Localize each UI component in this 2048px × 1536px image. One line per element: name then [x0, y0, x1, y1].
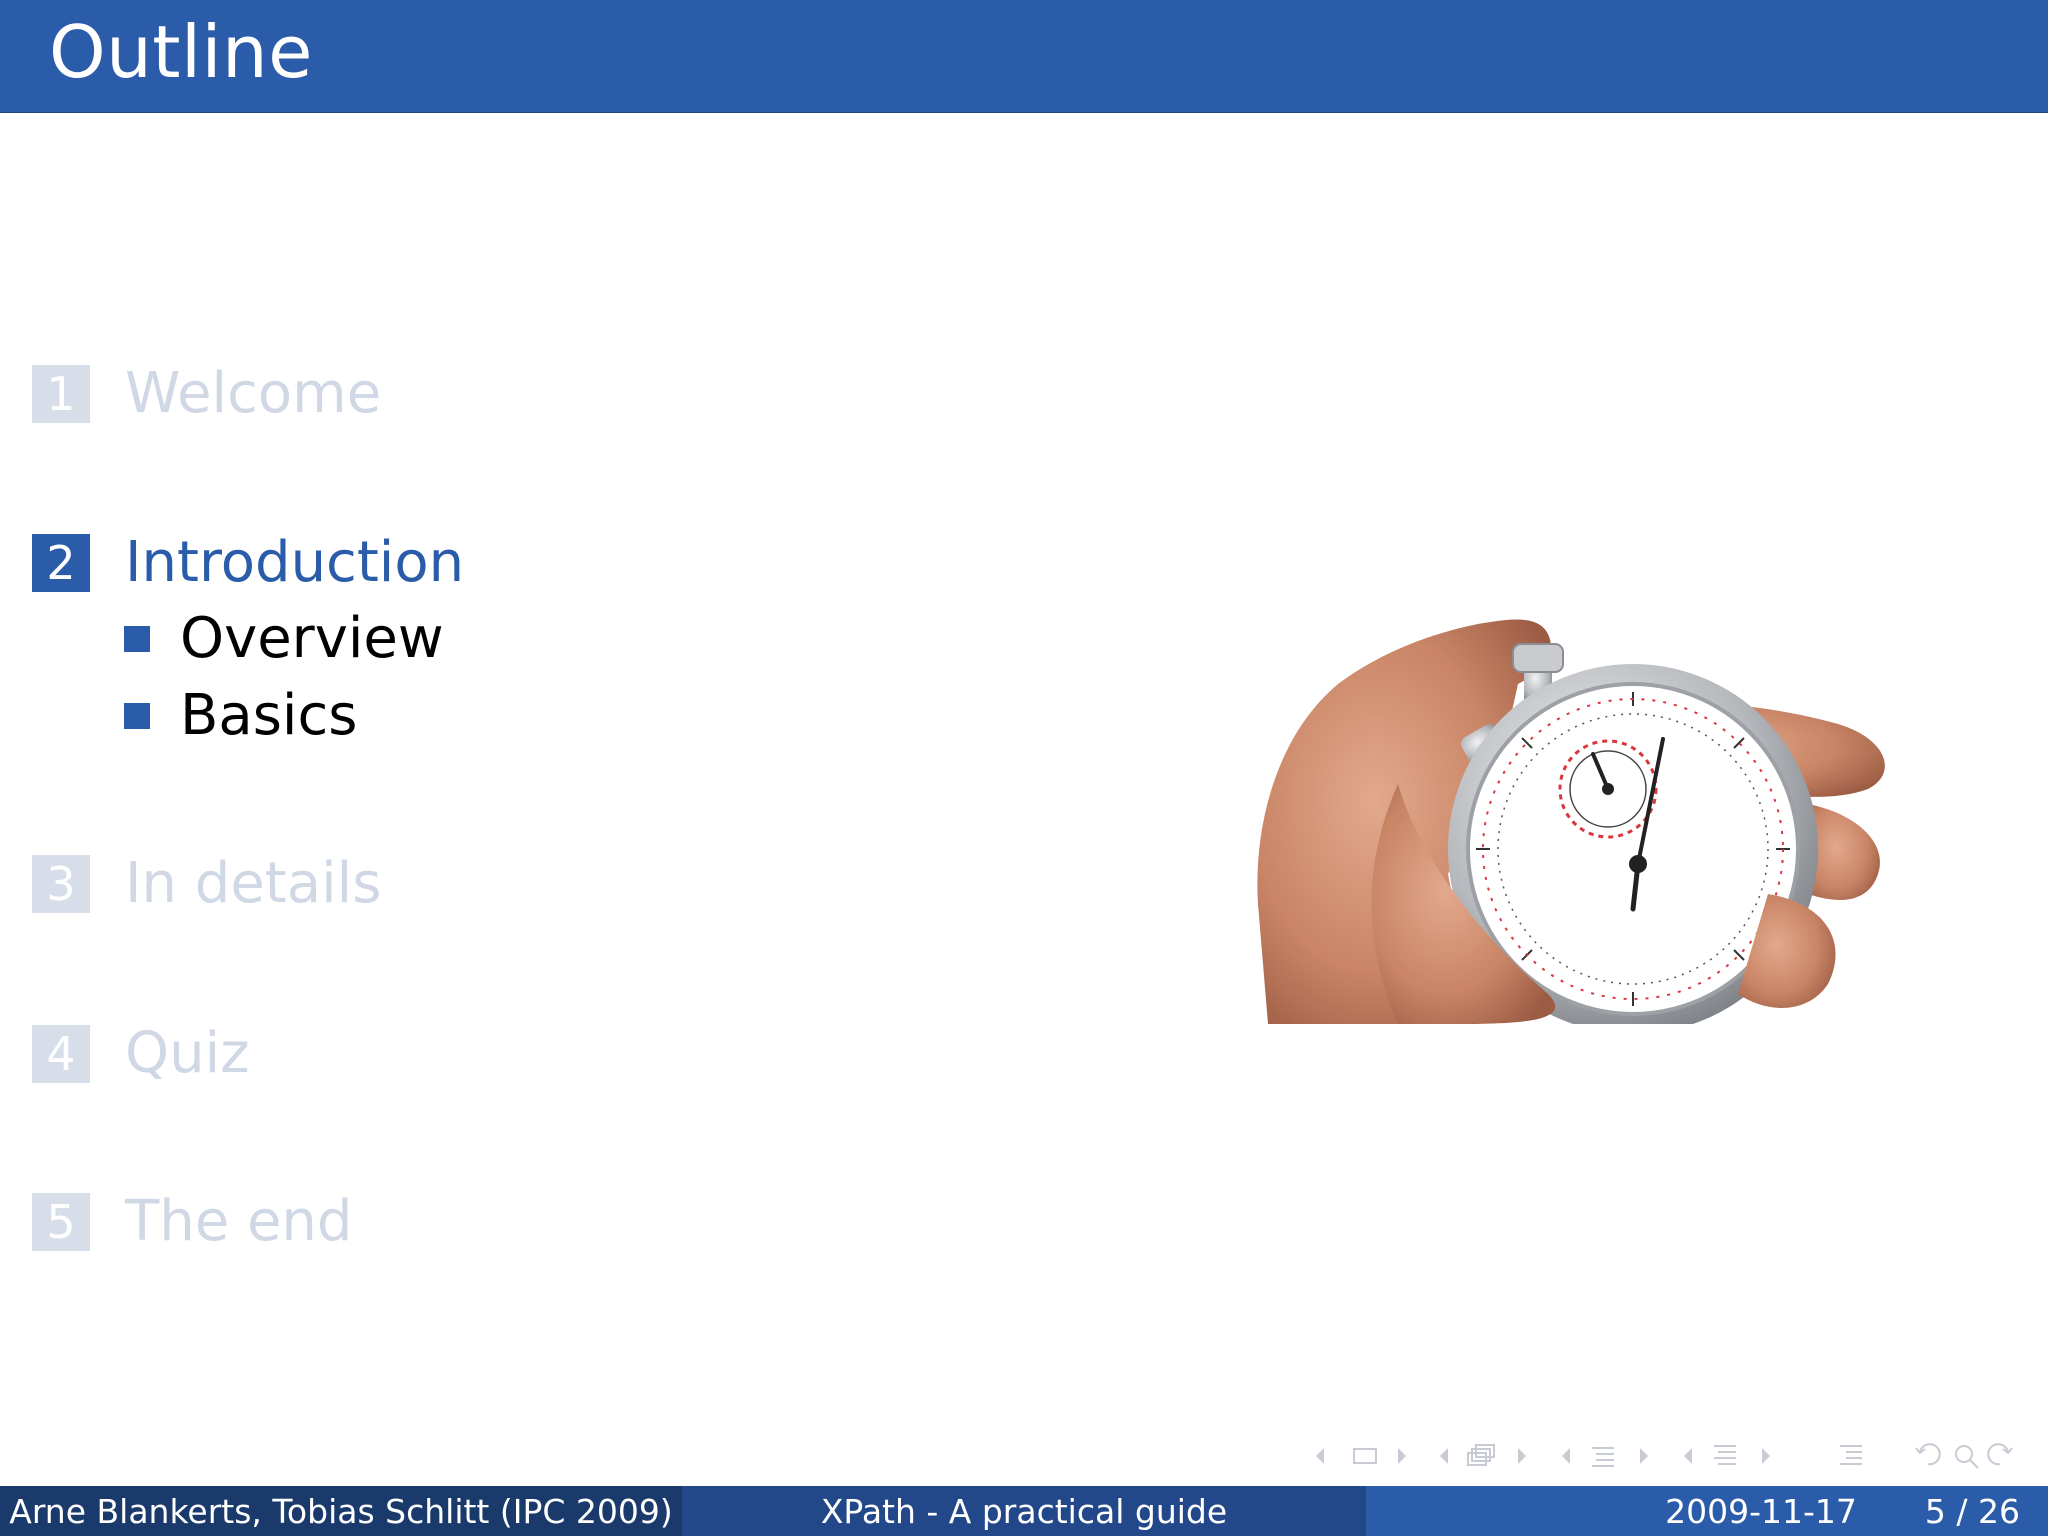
toc-section-label: The end [125, 1189, 353, 1254]
toc-section-label: In details [125, 851, 382, 916]
nav-section-icon[interactable] [1714, 1445, 1736, 1465]
toc-section-label: Quiz [125, 1021, 250, 1086]
nav-slide-icon[interactable] [1467, 1444, 1495, 1466]
footer-presentation-title: XPath - A practical guide [682, 1486, 1366, 1536]
nav-forward-icon[interactable] [1987, 1443, 2013, 1466]
footer-page-number: 5 / 26 [1924, 1491, 2020, 1531]
toc-section-welcome[interactable]: 1 Welcome [32, 365, 381, 423]
square-bullet-icon [124, 703, 150, 729]
footer-date: 2009-11-17 [1665, 1491, 1857, 1531]
nav-section-prev-icon[interactable] [1684, 1448, 1692, 1464]
toc-section-introduction[interactable]: 2 Introduction [32, 534, 464, 592]
nav-subsection-prev-icon[interactable] [1562, 1448, 1570, 1464]
toc-subsection-overview[interactable]: Overview [124, 607, 444, 671]
toc-section-number: 4 [32, 1025, 90, 1083]
nav-slide-prev-icon[interactable] [1440, 1448, 1448, 1464]
nav-frame-next-icon[interactable] [1398, 1448, 1406, 1464]
stopwatch-in-hand-icon [1248, 574, 1908, 1034]
toc-section-label: Welcome [125, 361, 382, 426]
nav-frame-prev-icon[interactable] [1316, 1448, 1324, 1464]
toc-subsection-label: Basics [180, 683, 358, 748]
nav-search-icon[interactable] [1955, 1445, 1979, 1469]
toc-section-number: 3 [32, 855, 90, 913]
footer-authors: Arne Blankerts, Tobias Schlitt (IPC 2009… [0, 1486, 682, 1536]
toc-subsection-basics[interactable]: Basics [124, 684, 357, 748]
nav-frame-icon[interactable] [1353, 1448, 1377, 1464]
toc-section-number: 2 [32, 534, 90, 592]
footer-meta: 2009-11-17 5 / 26 [1366, 1486, 2048, 1536]
toc-section-the-end[interactable]: 5 The end [32, 1193, 352, 1251]
nav-toc-icon[interactable] [1840, 1445, 1862, 1465]
toc-section-number: 1 [32, 365, 90, 423]
square-bullet-icon [124, 626, 150, 652]
nav-section-next-icon[interactable] [1762, 1448, 1770, 1464]
toc-section-quiz[interactable]: 4 Quiz [32, 1025, 250, 1083]
slide-footer: Arne Blankerts, Tobias Schlitt (IPC 2009… [0, 1486, 2048, 1536]
nav-subsection-next-icon[interactable] [1640, 1448, 1648, 1464]
nav-subsection-icon[interactable] [1592, 1447, 1614, 1467]
toc-section-in-details[interactable]: 3 In details [32, 855, 381, 913]
slide-header: Outline [0, 0, 2048, 113]
navigation-bar [1310, 1440, 2030, 1472]
slide-title: Outline [49, 10, 313, 94]
toc-subsection-label: Overview [180, 606, 444, 671]
toc-section-label: Introduction [125, 530, 465, 595]
nav-slide-next-icon[interactable] [1518, 1448, 1526, 1464]
toc-section-number: 5 [32, 1193, 90, 1251]
nav-back-icon[interactable] [1915, 1443, 1941, 1466]
